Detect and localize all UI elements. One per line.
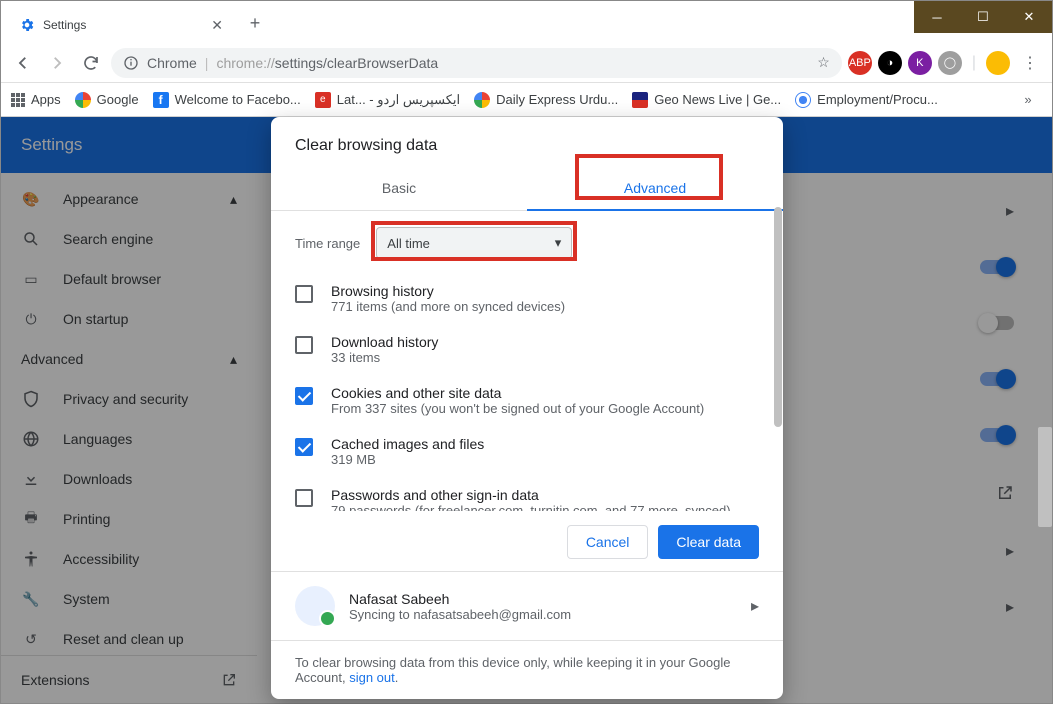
omnibox[interactable]: Chrome | chrome://settings/clearBrowserD… [111,48,842,78]
close-tab-icon[interactable]: ✕ [211,17,223,34]
clear-data-item[interactable]: Browsing history 771 items (and more on … [295,273,759,324]
clear-data-button[interactable]: Clear data [658,525,759,559]
clear-browsing-data-dialog: Clear browsing data Basic Advanced Time … [271,117,783,699]
bookmark-express[interactable]: eLat... - ایکسپریس اردو [315,92,460,108]
back-button[interactable] [9,49,37,77]
omnibox-url: chrome://settings/clearBrowserData [216,55,809,71]
bookmarks-bar: Apps Google fWelcome to Facebo... eLat..… [1,83,1052,117]
geo-icon [632,92,648,108]
google-icon [75,92,91,108]
minimize-button[interactable]: ─ [914,1,960,33]
account-syncing: Syncing to nafasatsabeeh@gmail.com [349,607,571,622]
item-title: Browsing history [331,283,565,299]
dialog-footer: To clear browsing data from this device … [271,640,783,699]
star-icon[interactable]: ☆ [817,54,830,71]
toolbar: Chrome | chrome://settings/clearBrowserD… [1,43,1052,83]
chrome-menu-button[interactable]: ⋮ [1016,49,1044,77]
chevron-down-icon: ▾ [555,235,562,251]
dialog-body: Time range All time ▾ Browsing history 7… [271,211,783,511]
apps-button[interactable]: Apps [11,92,61,107]
dialog-actions: Cancel Clear data [271,511,783,571]
sign-out-link[interactable]: sign out [349,670,395,685]
dialog-tabs: Basic Advanced [271,165,783,211]
checkbox[interactable] [295,489,313,507]
checkbox[interactable] [295,285,313,303]
forward-button[interactable] [43,49,71,77]
extension-icon-3[interactable]: K [908,51,932,75]
express-icon: e [315,92,331,108]
item-title: Cookies and other site data [331,385,704,401]
bookmarks-overflow-button[interactable]: » [1014,86,1042,114]
bookmark-deu[interactable]: Daily Express Urdu... [474,92,618,108]
browser-tab[interactable]: Settings ✕ [9,7,233,43]
item-title: Passwords and other sign-in data [331,487,731,503]
item-title: Cached images and files [331,436,484,452]
chevron-right-icon: ▸ [751,596,759,616]
apps-icon [11,93,25,107]
item-title: Download history [331,334,438,350]
time-range-label: Time range [295,236,360,251]
tab-title: Settings [43,18,203,32]
info-icon [123,55,139,71]
checkbox[interactable] [295,336,313,354]
gear-icon [19,17,35,33]
item-subtitle: 771 items (and more on synced devices) [331,299,565,314]
dialog-title: Clear browsing data [271,117,783,165]
bookmark-employment[interactable]: Employment/Procu... [795,92,938,108]
titlebar: Settings ✕ + ─ ☐ ✕ [1,1,1052,43]
item-subtitle: 79 passwords (for freelancer.com, turnit… [331,503,731,511]
abp-extension-icon[interactable]: ABP [848,51,872,75]
account-row[interactable]: Nafasat Sabeeh Syncing to nafasatsabeeh@… [271,571,783,640]
clear-data-item[interactable]: Cookies and other site data From 337 sit… [295,375,759,426]
extension-icon-2[interactable]: ◑ [878,51,902,75]
cancel-button[interactable]: Cancel [567,525,649,559]
page-scrollbar[interactable] [1038,427,1052,527]
avatar [295,586,335,626]
bookmark-facebook[interactable]: fWelcome to Facebo... [153,92,301,108]
bookmark-google[interactable]: Google [75,92,139,108]
extension-icon-4[interactable]: ◯ [938,51,962,75]
checkbox[interactable] [295,438,313,456]
account-name: Nafasat Sabeeh [349,591,571,607]
item-subtitle: 33 items [331,350,438,365]
reload-button[interactable] [77,49,105,77]
time-range-select[interactable]: All time ▾ [376,227,572,259]
checkbox[interactable] [295,387,313,405]
new-tab-button[interactable]: + [241,9,269,37]
clear-data-item[interactable]: Passwords and other sign-in data 79 pass… [295,477,759,511]
maximize-button[interactable]: ☐ [960,1,1006,33]
facebook-icon: f [153,92,169,108]
google-icon [474,92,490,108]
item-subtitle: 319 MB [331,452,484,467]
item-subtitle: From 337 sites (you won't be signed out … [331,401,704,416]
tab-advanced[interactable]: Advanced [527,165,783,210]
omnibox-label: Chrome [147,55,197,71]
clear-data-item[interactable]: Cached images and files 319 MB [295,426,759,477]
globe-icon [795,92,811,108]
window-controls: ─ ☐ ✕ [914,1,1052,33]
dialog-scrollbar[interactable] [773,207,783,499]
profile-avatar[interactable] [986,51,1010,75]
close-window-button[interactable]: ✕ [1006,1,1052,33]
bookmark-geo[interactable]: Geo News Live | Ge... [632,92,781,108]
tab-basic[interactable]: Basic [271,165,527,210]
clear-data-item[interactable]: Download history 33 items [295,324,759,375]
